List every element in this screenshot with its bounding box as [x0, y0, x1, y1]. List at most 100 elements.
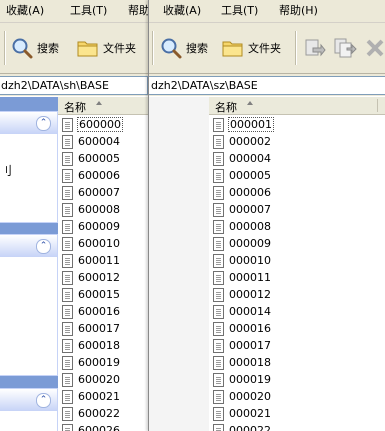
list-item[interactable]: 600015 — [62, 286, 122, 303]
search-button[interactable]: 搜索 — [10, 35, 59, 61]
list-item[interactable]: 600018 — [62, 337, 122, 354]
list-item[interactable]: 000002 — [213, 133, 273, 150]
task-panel-2: ⌃ — [0, 234, 58, 376]
folders-button[interactable]: 文件夹 — [221, 35, 281, 61]
list-item[interactable]: 000005 — [213, 167, 273, 184]
file-name: 000012 — [229, 288, 271, 301]
search-button[interactable]: 搜索 — [159, 35, 208, 61]
list-item[interactable]: 600006 — [62, 167, 122, 184]
menu-favorites[interactable]: 收藏(A) — [6, 4, 44, 18]
document-icon — [213, 423, 224, 431]
list-item[interactable]: 000022 — [213, 422, 273, 431]
explorer-window-sh: 收藏(A) 工具(T) 帮助 搜索 文件夹 dzh2\DATA\sh\BASE … — [0, 0, 150, 431]
list-item[interactable]: 000004 — [213, 150, 273, 167]
address-field[interactable]: dzh2\DATA\sh\BASE — [0, 76, 148, 95]
address-field[interactable]: dzh2\DATA\sz\BASE — [149, 76, 385, 95]
document-icon — [62, 185, 73, 200]
list-item[interactable]: 600005 — [62, 150, 122, 167]
file-name: 000005 — [229, 169, 271, 182]
list-item[interactable]: 600021 — [62, 388, 122, 405]
column-header-name[interactable]: 名称 — [58, 97, 150, 115]
file-name: 000002 — [229, 135, 271, 148]
list-item[interactable]: 600017 — [62, 320, 122, 337]
list-item[interactable]: 000007 — [213, 201, 273, 218]
list-item[interactable]: 000010 — [213, 252, 273, 269]
copy-to-button[interactable] — [333, 35, 357, 61]
list-item[interactable]: 000017 — [213, 337, 273, 354]
move-to-icon — [303, 36, 327, 60]
file-name: 000018 — [229, 356, 271, 369]
document-icon — [62, 287, 73, 302]
list-item[interactable]: 600000 — [62, 116, 123, 133]
list-item[interactable]: 000008 — [213, 218, 273, 235]
list-item[interactable]: 000018 — [213, 354, 273, 371]
move-to-button[interactable] — [303, 35, 327, 61]
list-item[interactable]: 600026 — [62, 422, 122, 431]
menu-help[interactable]: 帮助(H) — [279, 4, 318, 18]
delete-icon — [363, 36, 385, 60]
menu-favorites[interactable]: 收藏(A) — [163, 4, 201, 18]
task-pane — [149, 97, 209, 431]
file-name: 000020 — [229, 390, 271, 403]
column-header-name[interactable]: 名称 — [209, 97, 385, 115]
list-item[interactable]: 000014 — [213, 303, 273, 320]
list-item[interactable]: 000011 — [213, 269, 273, 286]
search-label: 搜索 — [37, 42, 59, 55]
list-item[interactable]: 000001 — [213, 116, 274, 133]
list-item[interactable]: 600020 — [62, 371, 122, 388]
address-bar: dzh2\DATA\sz\BASE — [149, 74, 385, 96]
file-name: 600017 — [78, 322, 120, 335]
list-item[interactable]: 600019 — [62, 354, 122, 371]
content-area: ⌃ 刂 ⌃ ⌃ 名称 600000 600004 600005 600006 60000… — [0, 97, 150, 431]
list-item[interactable]: 600022 — [62, 405, 122, 422]
file-name: 000014 — [229, 305, 271, 318]
chevron-up-icon[interactable]: ⌃ — [36, 393, 51, 408]
column-header-label: 名称 — [215, 101, 237, 114]
document-icon — [213, 117, 224, 132]
list-item[interactable]: 000016 — [213, 320, 273, 337]
menu-help[interactable]: 帮助 — [128, 4, 150, 18]
list-item[interactable]: 600008 — [62, 201, 122, 218]
menu-tools[interactable]: 工具(T) — [221, 4, 258, 18]
file-name: 000007 — [229, 203, 271, 216]
folders-button[interactable]: 文件夹 — [76, 35, 136, 61]
document-icon — [213, 219, 224, 234]
list-item[interactable]: 600012 — [62, 269, 122, 286]
chevron-up-icon[interactable]: ⌃ — [36, 239, 51, 254]
file-name: 000008 — [229, 220, 271, 233]
menu-tools[interactable]: 工具(T) — [70, 4, 107, 18]
column-header-label: 名称 — [64, 101, 86, 114]
task-panel-header[interactable]: ⌃ — [0, 235, 57, 257]
list-item[interactable]: 000021 — [213, 405, 273, 422]
document-icon — [62, 134, 73, 149]
list-item[interactable]: 000019 — [213, 371, 273, 388]
folders-label: 文件夹 — [103, 42, 136, 55]
list-item[interactable]: 600011 — [62, 252, 122, 269]
file-name: 600005 — [78, 152, 120, 165]
document-icon — [62, 372, 73, 387]
chevron-up-icon[interactable]: ⌃ — [36, 116, 51, 131]
document-icon — [62, 355, 73, 370]
document-icon — [62, 389, 73, 404]
delete-button[interactable] — [363, 35, 385, 61]
document-icon — [213, 304, 224, 319]
list-item[interactable]: 000009 — [213, 235, 273, 252]
list-item[interactable]: 000006 — [213, 184, 273, 201]
list-item[interactable]: 600007 — [62, 184, 122, 201]
list-item[interactable]: 600010 — [62, 235, 122, 252]
task-panel-header[interactable]: ⌃ — [0, 389, 57, 411]
list-item[interactable]: 600009 — [62, 218, 122, 235]
document-icon — [62, 236, 73, 251]
file-name: 600009 — [78, 220, 120, 233]
file-name: 600000 — [77, 117, 123, 132]
list-item[interactable]: 600004 — [62, 133, 122, 150]
file-name: 600010 — [78, 237, 120, 250]
file-name: 000011 — [229, 271, 271, 284]
sort-ascending-icon — [96, 101, 102, 105]
list-item[interactable]: 000020 — [213, 388, 273, 405]
column-divider[interactable] — [377, 99, 378, 112]
list-item[interactable]: 000012 — [213, 286, 273, 303]
list-item[interactable]: 600016 — [62, 303, 122, 320]
file-name: 600012 — [78, 271, 120, 284]
task-panel-header[interactable]: ⌃ — [0, 112, 57, 134]
